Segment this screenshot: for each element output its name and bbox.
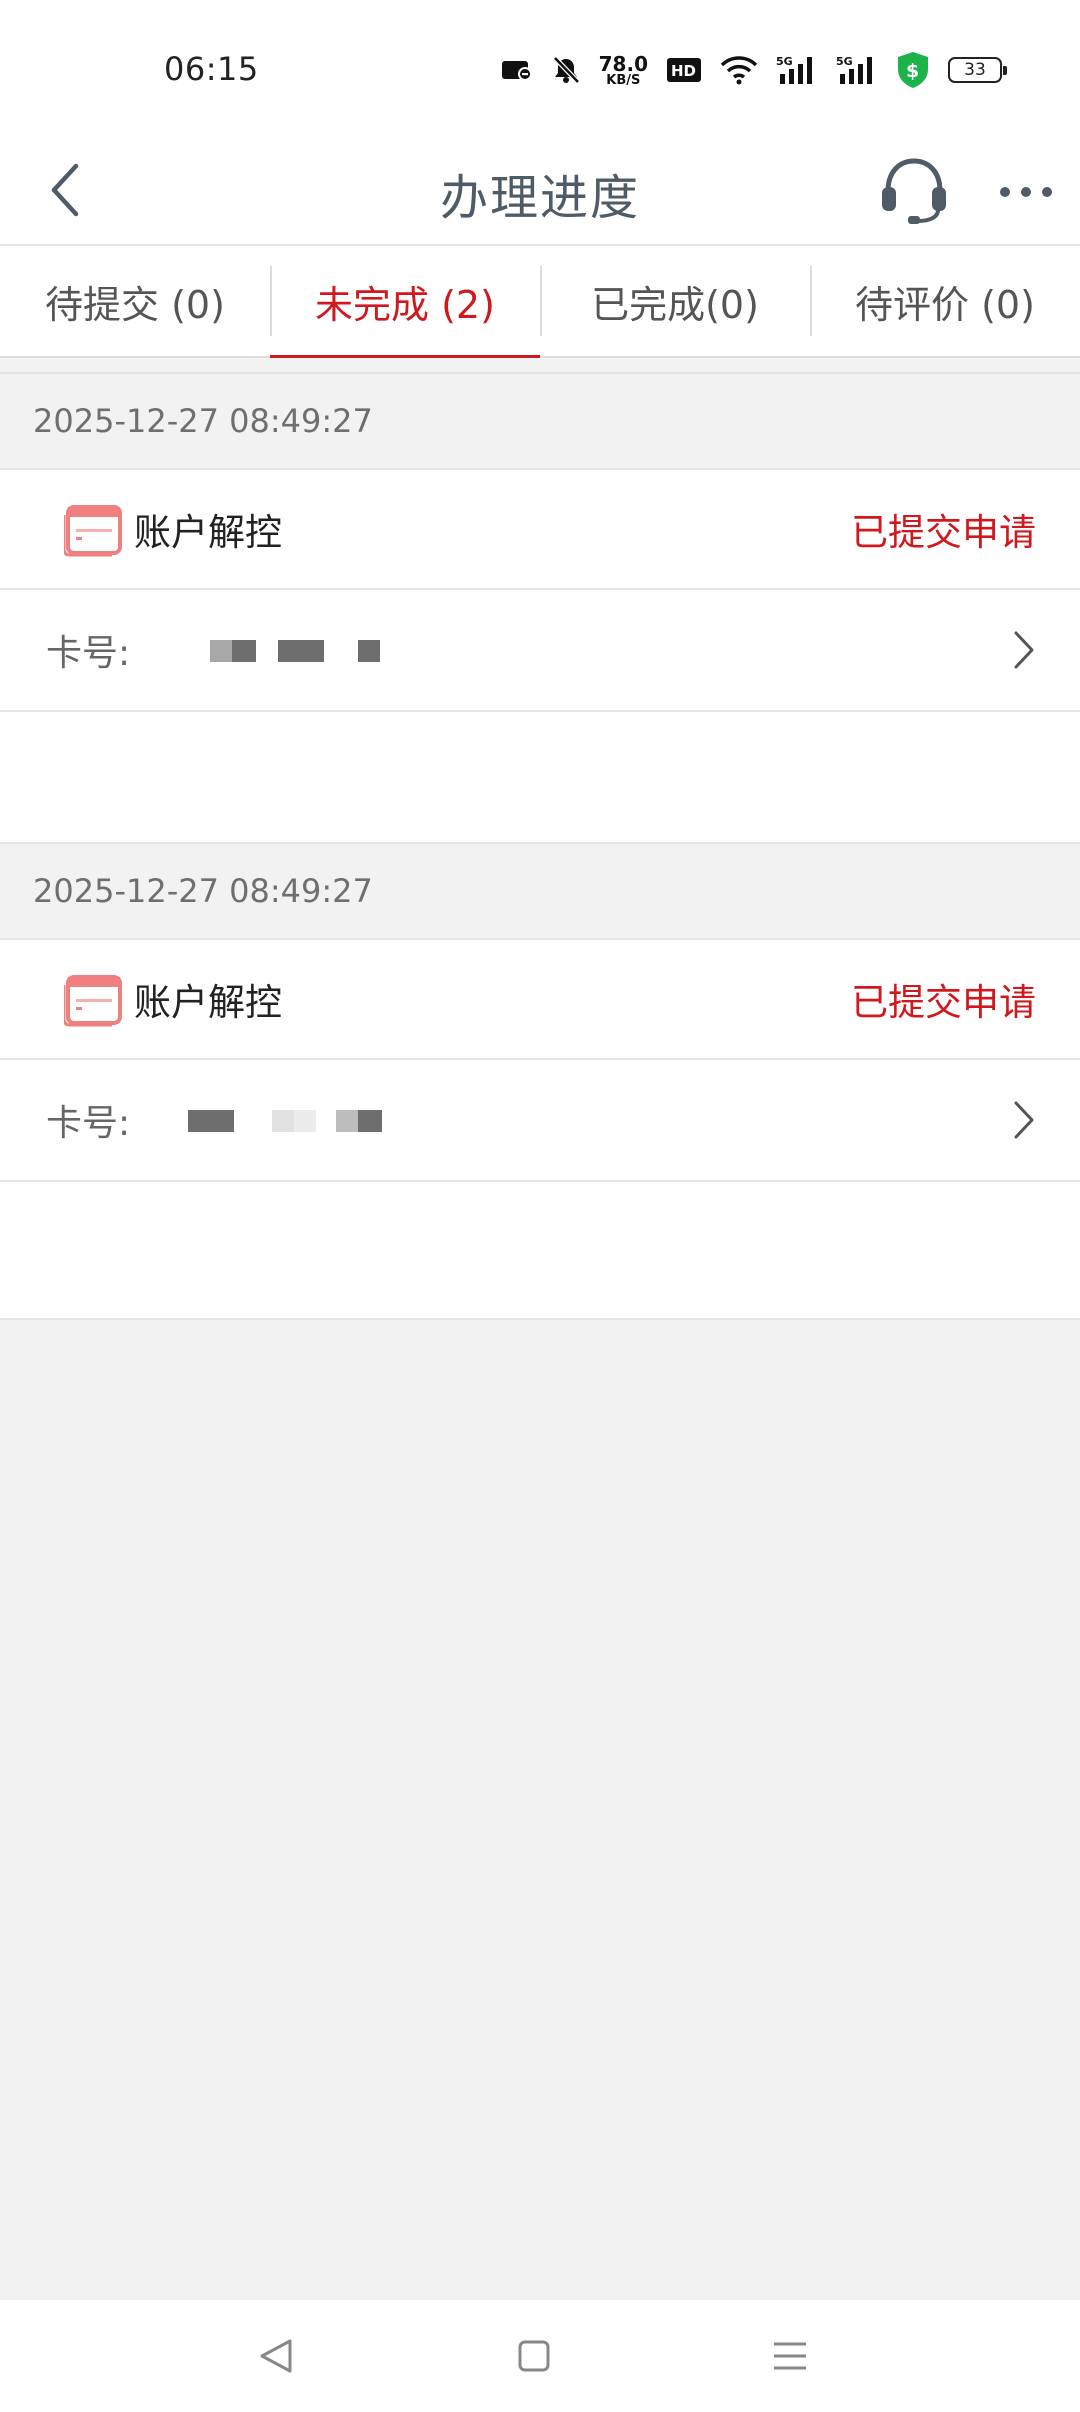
progress-record: 2025-12-27 08:49:27 账户解控 已提交申请 卡号: (0, 372, 1080, 850)
record-datetime: 2025-12-27 08:49:27 (0, 372, 1080, 468)
record-title: 账户解控 (134, 981, 282, 1024)
wifi-icon (720, 55, 758, 85)
nav-header: 办理进度 (0, 138, 1080, 246)
tab-incomplete[interactable]: 未完成 (2) (270, 246, 540, 358)
customer-service-button[interactable] (876, 148, 952, 232)
record-card[interactable]: 账户解控 已提交申请 卡号: (0, 468, 1080, 850)
system-navigation-bar (0, 2300, 1080, 2412)
status-icons: 78.0 KB/S HD 5G 5G $ 33 (501, 46, 1007, 94)
chevron-right-icon (1004, 1095, 1044, 1145)
svg-text:$: $ (906, 60, 919, 82)
battery-level: 33 (964, 60, 986, 80)
net-speed-unit: KB/S (606, 72, 641, 88)
mute-icon (551, 55, 581, 85)
card-number-row[interactable]: 卡号: (0, 1060, 1080, 1182)
card-number-label: 卡号: (46, 1103, 131, 1144)
menu-lines-icon (774, 2342, 806, 2370)
record-status: 已提交申请 (851, 981, 1036, 1024)
record-datetime: 2025-12-27 08:49:27 (0, 842, 1080, 938)
chevron-right-icon (1004, 625, 1044, 675)
record-spacer (0, 712, 1080, 850)
card-number-redacted (144, 1100, 1004, 1140)
hd-icon: HD (666, 57, 702, 83)
5g-signal-icon: 5G (836, 54, 878, 86)
more-dots-icon (1000, 187, 1052, 197)
net-speed: 78.0 KB/S (599, 54, 648, 87)
bank-card-icon (64, 499, 124, 559)
home-square-icon (518, 2340, 550, 2372)
back-triangle-icon (260, 2339, 292, 2373)
record-header: 账户解控 已提交申请 (0, 470, 1080, 590)
system-back-button[interactable] (246, 2326, 306, 2386)
more-button[interactable] (990, 156, 1062, 228)
status-bar: 06:15 78.0 KB/S HD 5G 5G $ 33 (0, 0, 1080, 138)
tab-pending-submit[interactable]: 待提交 (0) (0, 246, 270, 356)
battery-icon: 33 (948, 57, 1007, 83)
card-number-row[interactable]: 卡号: (0, 590, 1080, 712)
system-menu-button[interactable] (760, 2326, 820, 2386)
screen-record-icon (501, 57, 533, 83)
card-number-label: 卡号: (46, 633, 131, 674)
status-time: 06:15 (164, 50, 259, 88)
bank-card-icon (64, 969, 124, 1029)
screen: 06:15 78.0 KB/S HD 5G 5G $ 33 办理进度 待提交 (… (0, 0, 1080, 2412)
tab-pending-review[interactable]: 待评价 (0) (810, 246, 1080, 356)
5g-signal-icon: 5G (776, 54, 818, 86)
headset-icon (882, 158, 946, 224)
progress-record: 2025-12-27 08:49:27 账户解控 已提交申请 卡号: (0, 842, 1080, 1320)
svg-text:HD: HD (671, 62, 696, 80)
tab-completed[interactable]: 已完成(0) (540, 246, 810, 356)
record-status: 已提交申请 (851, 511, 1036, 554)
svg-text:5G: 5G (776, 55, 793, 68)
status-tabs: 待提交 (0) 未完成 (2) 已完成(0) 待评价 (0) (0, 246, 1080, 358)
record-spacer (0, 1182, 1080, 1320)
card-number-redacted (144, 630, 1004, 670)
system-home-button[interactable] (504, 2326, 564, 2386)
security-shield-icon: $ (896, 51, 930, 89)
net-speed-value: 78.0 (598, 51, 648, 76)
svg-text:5G: 5G (836, 55, 853, 68)
record-header: 账户解控 已提交申请 (0, 940, 1080, 1060)
record-card[interactable]: 账户解控 已提交申请 卡号: (0, 938, 1080, 1320)
record-title: 账户解控 (134, 511, 282, 554)
